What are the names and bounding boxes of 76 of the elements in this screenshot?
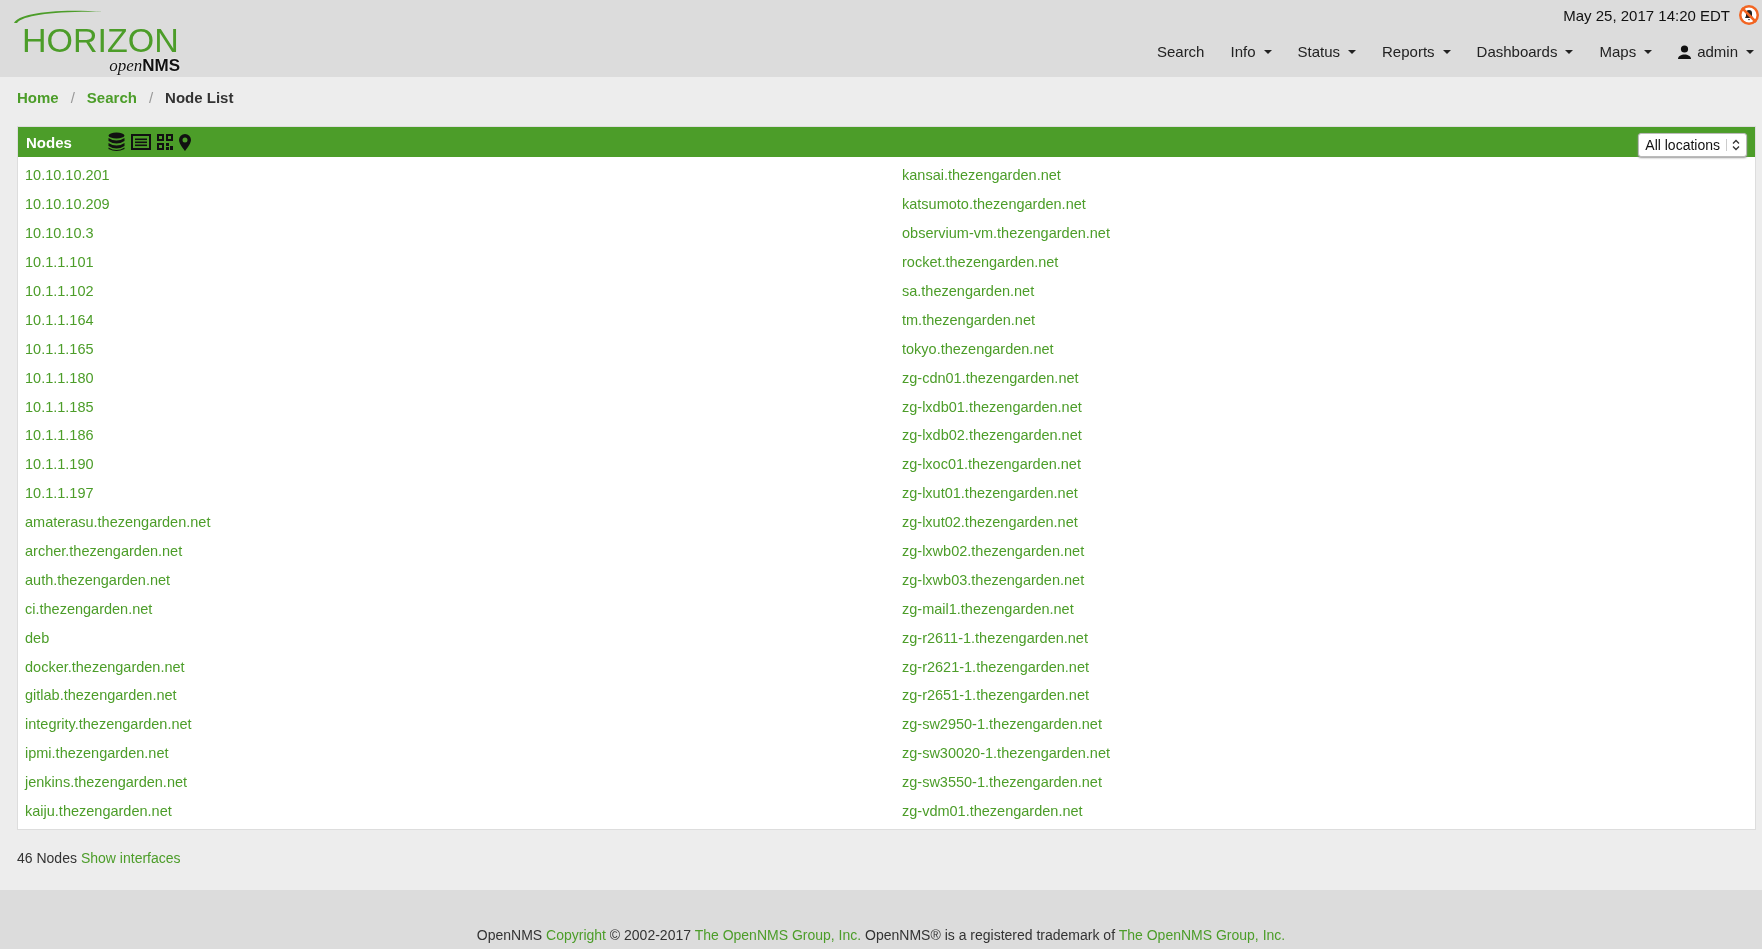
node-count: 46 Nodes	[17, 850, 77, 869]
breadcrumb-current: Node List	[165, 88, 234, 106]
node-link[interactable]: zg-lxwb02.thezengarden.net	[902, 543, 1085, 559]
node-link[interactable]: zg-mail1.thezengarden.net	[902, 600, 1074, 617]
node-link[interactable]: auth.thezengarden.net	[25, 571, 171, 588]
node-link[interactable]: zg-vdm01.thezengarden.net	[902, 803, 1083, 820]
map-pin-icon[interactable]	[178, 133, 191, 151]
node-link[interactable]: 10.10.10.201	[25, 167, 110, 184]
nav-menu[interactable]: Reports	[1369, 43, 1464, 60]
node-link[interactable]: zg-lxdb01.thezengarden.net	[902, 398, 1082, 415]
node-link[interactable]: 10.1.1.164	[25, 311, 94, 328]
node-link[interactable]: zg-lxut01.thezengarden.net	[902, 485, 1078, 502]
node-link[interactable]: zg-sw2950-1.thezengarden.net	[902, 716, 1102, 733]
node-link[interactable]: deb	[25, 629, 50, 646]
muted-bell-icon[interactable]	[1738, 4, 1760, 26]
user-icon	[1678, 44, 1692, 59]
node-link[interactable]: zg-lxut02.thezengarden.net	[902, 514, 1078, 531]
panel-title: Nodes	[26, 133, 72, 151]
node-link[interactable]: kansai.thezengarden.net	[902, 167, 1061, 184]
nav-menu[interactable]: Maps	[1586, 43, 1666, 60]
date-time: May 25, 2017 14:20 EDT	[1563, 6, 1730, 24]
node-link[interactable]: kaiju.thezengarden.net	[25, 803, 172, 820]
qr-code-icon[interactable]	[156, 134, 173, 150]
logo-subtitle: openNMS	[109, 57, 180, 74]
node-link[interactable]: 10.1.1.186	[25, 427, 94, 444]
node-link[interactable]: integrity.thezengarden.net	[25, 716, 192, 733]
node-link[interactable]: zg-cdn01.thezengarden.net	[902, 369, 1079, 386]
footer-link[interactable]: The OpenNMS Group, Inc.	[1118, 927, 1286, 943]
node-link[interactable]: rocket.thezengarden.net	[902, 254, 1059, 271]
show-interfaces-link[interactable]: Show interfaces	[80, 850, 181, 891]
nav-link[interactable]: Search	[1143, 43, 1218, 60]
node-link[interactable]: 10.1.1.101	[25, 254, 94, 271]
node-link[interactable]: 10.1.1.197	[25, 485, 94, 502]
node-link[interactable]: jenkins.thezengarden.net	[25, 774, 188, 791]
nav-menu[interactable]: Status	[1284, 43, 1370, 60]
node-link[interactable]: zg-lxdb02.thezengarden.net	[902, 427, 1082, 444]
node-link[interactable]: ipmi.thezengarden.net	[25, 745, 169, 762]
node-link[interactable]: ci.thezengarden.net	[25, 600, 153, 617]
breadcrumb-separator: /	[70, 88, 75, 106]
node-link[interactable]: katsumoto.thezengarden.net	[902, 196, 1086, 213]
node-link[interactable]: zg-r2621-1.thezengarden.net	[902, 658, 1090, 675]
node-link[interactable]: zg-sw30020-1.thezengarden.net	[902, 745, 1110, 762]
node-link[interactable]: docker.thezengarden.net	[25, 658, 185, 675]
up-down-arrows-icon	[1726, 139, 1740, 151]
node-link[interactable]: sa.thezengarden.net	[902, 283, 1035, 299]
node-link[interactable]: tm.thezengarden.net	[902, 311, 1035, 328]
nav-menu[interactable]: Info	[1217, 43, 1285, 60]
breadcrumb-separator: /	[148, 88, 154, 106]
node-link[interactable]: zg-sw3550-1.thezengarden.net	[902, 774, 1102, 791]
logo-title: HORIZON	[22, 23, 179, 57]
user-menu[interactable]: admin	[1665, 43, 1760, 60]
node-link[interactable]: archer.thezengarden.net	[25, 543, 183, 559]
breadcrumb-link[interactable]: Search	[86, 88, 137, 106]
node-link[interactable]: zg-lxwb03.thezengarden.net	[902, 571, 1085, 588]
list-icon[interactable]	[130, 134, 151, 150]
footer-link[interactable]: Copyright	[546, 927, 606, 943]
node-link[interactable]: gitlab.thezengarden.net	[25, 687, 177, 704]
node-link[interactable]: zg-lxoc01.thezengarden.net	[902, 456, 1081, 473]
node-link[interactable]: tokyo.thezengarden.net	[902, 340, 1054, 357]
database-icon[interactable]	[107, 132, 125, 152]
node-link[interactable]: 10.1.1.190	[25, 456, 94, 473]
node-link[interactable]: zg-r2611-1.thezengarden.net	[902, 629, 1088, 646]
nav-menu[interactable]: Dashboards	[1463, 43, 1587, 60]
location-select[interactable]: All locations	[1638, 133, 1747, 157]
footer-text: OpenNMS Copyright © 2002-2017 The OpenNMS Group, Inc. OpenNMS® is a registered trademark of The OpenNMS Group, Inc.	[476, 927, 1286, 943]
breadcrumb-link[interactable]: Home	[17, 88, 59, 106]
node-link[interactable]: 10.1.1.185	[25, 398, 94, 415]
footer-link[interactable]: The OpenNMS Group, Inc.	[694, 927, 862, 943]
node-link[interactable]: zg-r2651-1.thezengarden.net	[902, 687, 1090, 704]
node-link[interactable]: 10.1.1.102	[25, 283, 94, 299]
node-link[interactable]: 10.1.1.165	[25, 340, 94, 357]
node-link[interactable]: 10.10.10.3	[25, 225, 94, 242]
node-link[interactable]: amaterasu.thezengarden.net	[25, 514, 211, 531]
node-link[interactable]: 10.1.1.180	[25, 369, 94, 386]
node-link[interactable]: observium-vm.thezengarden.net	[902, 225, 1110, 242]
node-link[interactable]: 10.10.10.209	[25, 196, 110, 213]
